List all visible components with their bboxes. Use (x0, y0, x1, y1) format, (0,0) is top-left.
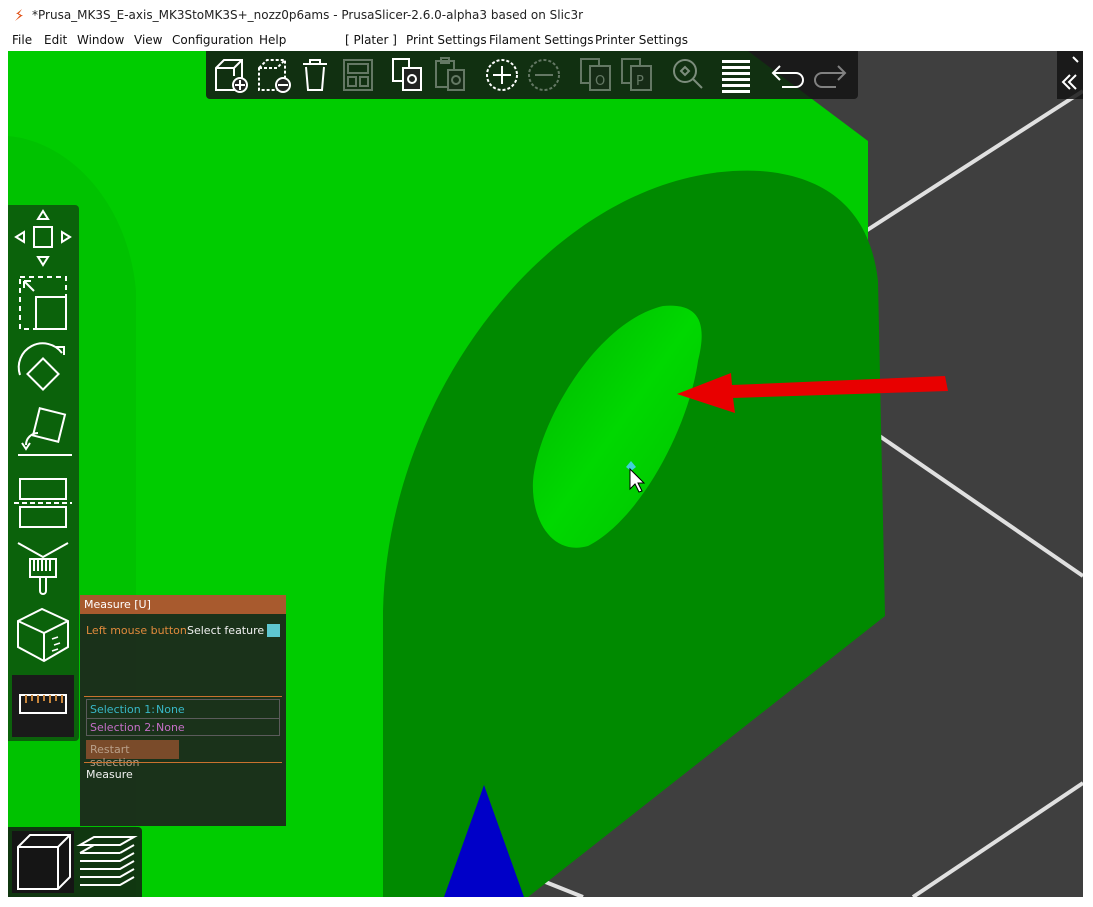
place-on-face-tool-button[interactable] (12, 405, 74, 467)
undo-icon (771, 65, 804, 88)
measure-icon (19, 694, 67, 714)
scale-icon (19, 276, 67, 330)
paint-supports-tool-button[interactable] (12, 537, 74, 599)
hint-mouse-button: Left mouse button (86, 624, 187, 637)
split-objects-icon: O (580, 58, 611, 91)
search-icon (673, 59, 703, 89)
undo-button[interactable] (768, 54, 808, 96)
delete-all-icon (303, 59, 327, 91)
arrange-icon (343, 59, 373, 91)
preview-button[interactable] (76, 831, 138, 893)
menu-view[interactable]: View (134, 33, 162, 47)
split-parts-icon: P (621, 58, 652, 91)
move-icon (14, 209, 72, 267)
selection-1-value: None (156, 703, 185, 716)
split-parts-button[interactable]: P (617, 54, 657, 96)
selection-table: Selection 1: None Selection 2: None (86, 699, 280, 736)
measure-tool-button[interactable] (12, 675, 74, 737)
search-button[interactable] (668, 54, 708, 96)
move-tool-button[interactable] (12, 207, 74, 269)
paint-supports-icon (17, 542, 69, 595)
remove-instance-button[interactable] (524, 54, 564, 96)
paste-icon (435, 57, 465, 91)
3d-view-button[interactable] (12, 831, 74, 893)
delete-object-icon (258, 59, 291, 93)
cut-icon (14, 478, 72, 528)
redo-icon (814, 65, 847, 88)
tab-printer-settings[interactable]: Printer Settings (595, 33, 688, 47)
arrange-button[interactable] (338, 54, 378, 96)
menu-help[interactable]: Help (259, 33, 286, 47)
selection-2-label: Selection 2: (90, 721, 155, 734)
separator (84, 762, 282, 763)
3d-view-icon (17, 834, 71, 890)
menu-bar: File Edit Window View Configuration Help… (0, 30, 1093, 51)
seam-painting-icon (17, 607, 69, 663)
rotate-icon (17, 342, 65, 391)
3d-scene-canvas[interactable]: O P Measure [U] Left mouse button Select… (8, 51, 1083, 897)
preview-layers-icon (76, 836, 138, 886)
delete-object-button[interactable] (253, 54, 293, 96)
top-toolbar: O P (206, 51, 858, 99)
copy-button[interactable] (388, 54, 428, 96)
measure-panel-title[interactable]: Measure [U] (80, 595, 286, 614)
split-objects-button[interactable]: O (576, 54, 616, 96)
selection-1-label: Selection 1: (90, 703, 155, 716)
add-instance-button[interactable] (482, 54, 522, 96)
delete-all-button[interactable] (295, 54, 335, 96)
cut-tool-button[interactable] (12, 471, 74, 533)
measure-panel: Measure [U] Left mouse button Select fea… (80, 595, 286, 826)
svg-text:O: O (595, 74, 605, 89)
separator (84, 696, 282, 697)
layers-editing-icon (722, 60, 750, 93)
tab-print-settings[interactable]: Print Settings (406, 33, 487, 47)
paste-button[interactable] (431, 54, 471, 96)
remove-instance-icon (528, 59, 560, 91)
add-object-button[interactable] (210, 54, 250, 96)
scale-tool-button[interactable] (12, 273, 74, 335)
menu-edit[interactable]: Edit (44, 33, 67, 47)
window-title: *Prusa_MK3S_E-axis_MK3StoMK3S+_nozz0p6am… (32, 8, 584, 22)
view-toolbar (8, 827, 142, 897)
tab-filament-settings[interactable]: Filament Settings (489, 33, 593, 47)
prusaslicer-logo-icon (15, 9, 23, 21)
prusaslicer-window: *Prusa_MK3S_E-axis_MK3StoMK3S+_nozz0p6am… (0, 0, 1093, 907)
seam-painting-tool-button[interactable] (12, 603, 74, 665)
place-on-face-icon (18, 407, 72, 456)
restart-selection-button[interactable]: Restart selection (86, 740, 179, 769)
layers-editing-button[interactable] (716, 54, 756, 96)
menu-file[interactable]: File (12, 33, 32, 47)
menu-configuration[interactable]: Configuration (172, 33, 253, 47)
svg-text:P: P (636, 74, 644, 89)
tab-plater[interactable]: [ Plater ] (345, 33, 397, 47)
selection-2-value: None (156, 721, 185, 734)
menu-window[interactable]: Window (77, 33, 124, 47)
add-instance-icon (486, 59, 518, 91)
feature-color-swatch (267, 624, 280, 637)
copy-icon (392, 58, 422, 91)
measure-section-label: Measure (86, 768, 133, 781)
redo-button[interactable] (810, 54, 850, 96)
add-object-icon (215, 59, 248, 93)
title-bar: *Prusa_MK3S_E-axis_MK3StoMK3S+_nozz0p6am… (0, 0, 1093, 30)
hint-select-feature: Select feature (187, 624, 265, 637)
table-divider (87, 718, 279, 719)
collapse-chevron-icon (1061, 56, 1079, 90)
collapse-sidebar-button[interactable] (1057, 51, 1083, 99)
rotate-tool-button[interactable] (12, 339, 74, 401)
gizmo-toolbar (8, 205, 79, 741)
